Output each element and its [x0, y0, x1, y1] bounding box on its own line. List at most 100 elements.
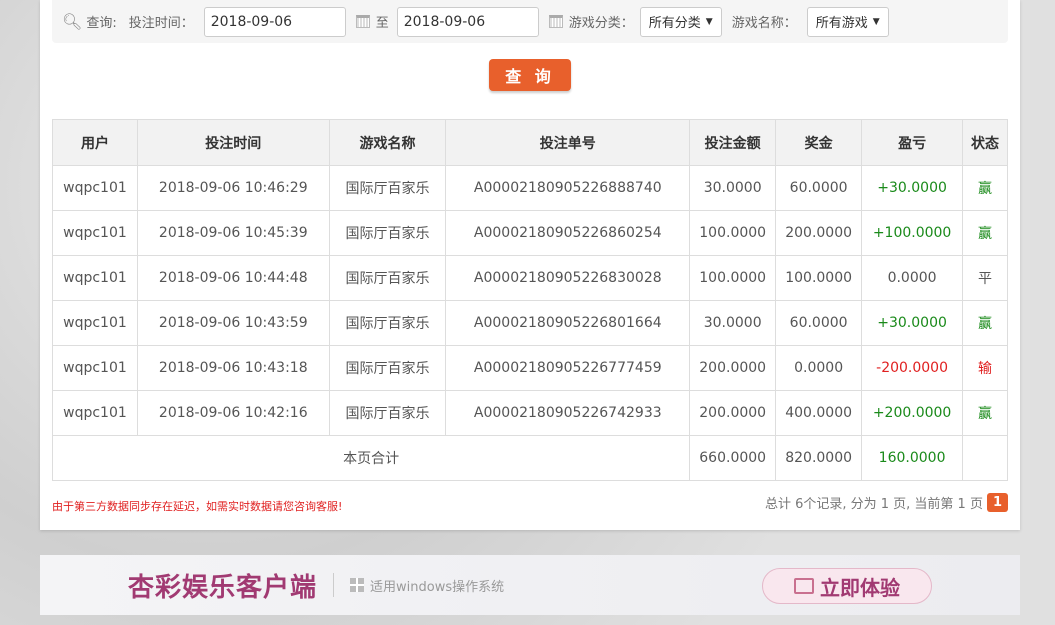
- cell-bet-id: A00002180905226742933: [445, 390, 691, 436]
- cell-status: 赢: [962, 390, 1008, 436]
- query-label: 查询:: [86, 16, 117, 31]
- cell-status: 赢: [962, 210, 1008, 256]
- calendar-icon[interactable]: [548, 15, 563, 28]
- cell-profit: -200.0000: [861, 345, 964, 391]
- os-label: 适用windows操作系统: [370, 579, 505, 595]
- cell-status: 平: [962, 255, 1008, 301]
- cell-user: wqpc101: [52, 345, 138, 391]
- pagination-summary: 总计 6个记录, 分为 1 页, 当前第 1 页: [764, 497, 983, 512]
- filter-bar: 🔍︎ 查询: 投注时间： 2018-09-06 至 2018-09-06 游戏分…: [52, 0, 1008, 43]
- cell-bet-id: A00002180905226830028: [445, 255, 691, 301]
- cell-game-name: 国际厅百家乐: [328, 390, 447, 436]
- cell-user: wqpc101: [52, 255, 138, 301]
- chevron-down-icon: ▼: [705, 16, 713, 27]
- table-header: 用户 投注时间 游戏名称 投注单号 投注金额 奖金 盈亏 状态: [52, 119, 1008, 166]
- cell-game-name: 国际厅百家乐: [328, 165, 447, 211]
- start-date-input[interactable]: 2018-09-06: [203, 6, 346, 37]
- page-1-button[interactable]: 1: [986, 493, 1008, 512]
- cell-bet-time: 2018-09-06 10:43:18: [136, 345, 330, 391]
- cell-status: 输: [962, 345, 1008, 391]
- cell-bet-time: 2018-09-06 10:45:39: [136, 210, 330, 256]
- try-now-button[interactable]: 立即体验: [762, 568, 932, 604]
- total-status: [962, 435, 1008, 481]
- game-select[interactable]: 所有游戏 ▼: [806, 6, 889, 37]
- cell-bet-id: A00002180905226860254: [445, 210, 691, 256]
- cell-user: wqpc101: [52, 300, 138, 346]
- search-icon: 🔍︎: [62, 12, 83, 31]
- cell-game-name: 国际厅百家乐: [328, 300, 447, 346]
- cell-profit: +100.0000: [861, 210, 964, 256]
- header-user: 用户: [52, 119, 138, 166]
- total-amount: 660.0000: [689, 435, 777, 481]
- chevron-down-icon: ▼: [872, 16, 880, 27]
- table-row: wqpc101 2018-09-06 10:43:59 国际厅百家乐 A0000218…: [52, 300, 1008, 346]
- cell-profit: +30.0000: [861, 165, 964, 211]
- header-bet-id: 投注单号: [445, 119, 691, 166]
- total-label: 本页合计: [51, 435, 691, 481]
- cell-bet-amount: 100.0000: [689, 255, 777, 301]
- bet-table: 用户 投注时间 游戏名称 投注单号 投注金额 奖金 盈亏 状态 wqpc101 2018-09-…: [51, 119, 1008, 481]
- cell-bet-id: A00002180905226888740: [445, 165, 691, 211]
- cell-game-name: 国际厅百家乐: [328, 255, 447, 301]
- cell-bonus: 400.0000: [775, 390, 863, 436]
- cell-bet-amount: 100.0000: [689, 210, 777, 256]
- main-panel: 🔍︎ 查询: 投注时间： 2018-09-06 至 2018-09-06 游戏分…: [40, 0, 1020, 530]
- total-row: 本页合计 660.0000 820.0000 160.0000: [51, 435, 1008, 481]
- header-status: 状态: [962, 119, 1008, 166]
- total-bonus: 820.0000: [775, 435, 863, 481]
- header-game-name: 游戏名称: [328, 119, 447, 166]
- category-select[interactable]: 所有分类 ▼: [639, 6, 722, 37]
- calendar-icon[interactable]: [355, 15, 370, 28]
- monitor-icon: [794, 578, 814, 594]
- table-row: wqpc101 2018-09-06 10:46:29 国际厅百家乐 A0000218…: [52, 165, 1008, 211]
- cell-game-name: 国际厅百家乐: [328, 210, 447, 256]
- cell-user: wqpc101: [52, 210, 138, 256]
- table-row: wqpc101 2018-09-06 10:43:18 国际厅百家乐 A0000218…: [52, 345, 1008, 391]
- game-label: 游戏名称：: [731, 16, 797, 31]
- cell-profit: +30.0000: [861, 300, 964, 346]
- table-row: wqpc101 2018-09-06 10:44:48 国际厅百家乐 A0000218…: [52, 255, 1008, 301]
- cell-bonus: 100.0000: [775, 255, 863, 301]
- cell-bet-amount: 30.0000: [689, 165, 777, 211]
- cell-user: wqpc101: [52, 390, 138, 436]
- total-profit: 160.0000: [861, 435, 964, 481]
- cell-profit: +200.0000: [861, 390, 964, 436]
- cell-bet-amount: 30.0000: [689, 300, 777, 346]
- end-date-input[interactable]: 2018-09-06: [396, 6, 539, 37]
- cell-bonus: 0.0000: [775, 345, 863, 391]
- search-button[interactable]: 查 询: [489, 59, 571, 91]
- cell-bet-id: A00002180905226801664: [445, 300, 691, 346]
- divider: [333, 573, 335, 597]
- cell-bonus: 200.0000: [775, 210, 863, 256]
- category-value: 所有分类: [648, 16, 701, 31]
- cell-bet-time: 2018-09-06 10:46:29: [136, 165, 330, 211]
- cell-user: wqpc101: [52, 165, 138, 211]
- delay-notice: 由于第三方数据同步存在延迟，如需实时数据请您咨询客服!: [52, 500, 343, 513]
- cell-bonus: 60.0000: [775, 165, 863, 211]
- cell-bet-amount: 200.0000: [689, 345, 777, 391]
- table-row: wqpc101 2018-09-06 10:45:39 国际厅百家乐 A0000218…: [52, 210, 1008, 256]
- cell-status: 赢: [962, 165, 1008, 211]
- cell-status: 赢: [962, 300, 1008, 346]
- to-label: 至: [375, 16, 389, 31]
- cell-bet-amount: 200.0000: [689, 390, 777, 436]
- category-label: 游戏分类：: [568, 16, 634, 31]
- game-value: 所有游戏: [815, 16, 868, 31]
- cell-bet-id: A00002180905226777459: [445, 345, 691, 391]
- time-label: 投注时间：: [128, 16, 194, 31]
- cell-game-name: 国际厅百家乐: [328, 345, 447, 391]
- header-bet-amount: 投注金额: [689, 119, 777, 166]
- windows-icon: [350, 578, 365, 592]
- table-row: wqpc101 2018-09-06 10:42:16 国际厅百家乐 A0000218…: [52, 390, 1008, 436]
- pagination: 总计 6个记录, 分为 1 页, 当前第 1 页1: [765, 493, 1008, 512]
- cell-bonus: 60.0000: [775, 300, 863, 346]
- cell-bet-time: 2018-09-06 10:43:59: [136, 300, 330, 346]
- header-bonus: 奖金: [775, 119, 863, 166]
- brand-title: 杏彩娱乐客户端: [128, 572, 318, 603]
- try-now-label: 立即体验: [820, 575, 900, 600]
- cell-profit: 0.0000: [861, 255, 964, 301]
- cell-bet-time: 2018-09-06 10:44:48: [136, 255, 330, 301]
- header-bet-time: 投注时间: [136, 119, 330, 166]
- cell-bet-time: 2018-09-06 10:42:16: [136, 390, 330, 436]
- client-banner: 杏彩娱乐客户端 适用windows操作系统 立即体验: [40, 555, 1020, 615]
